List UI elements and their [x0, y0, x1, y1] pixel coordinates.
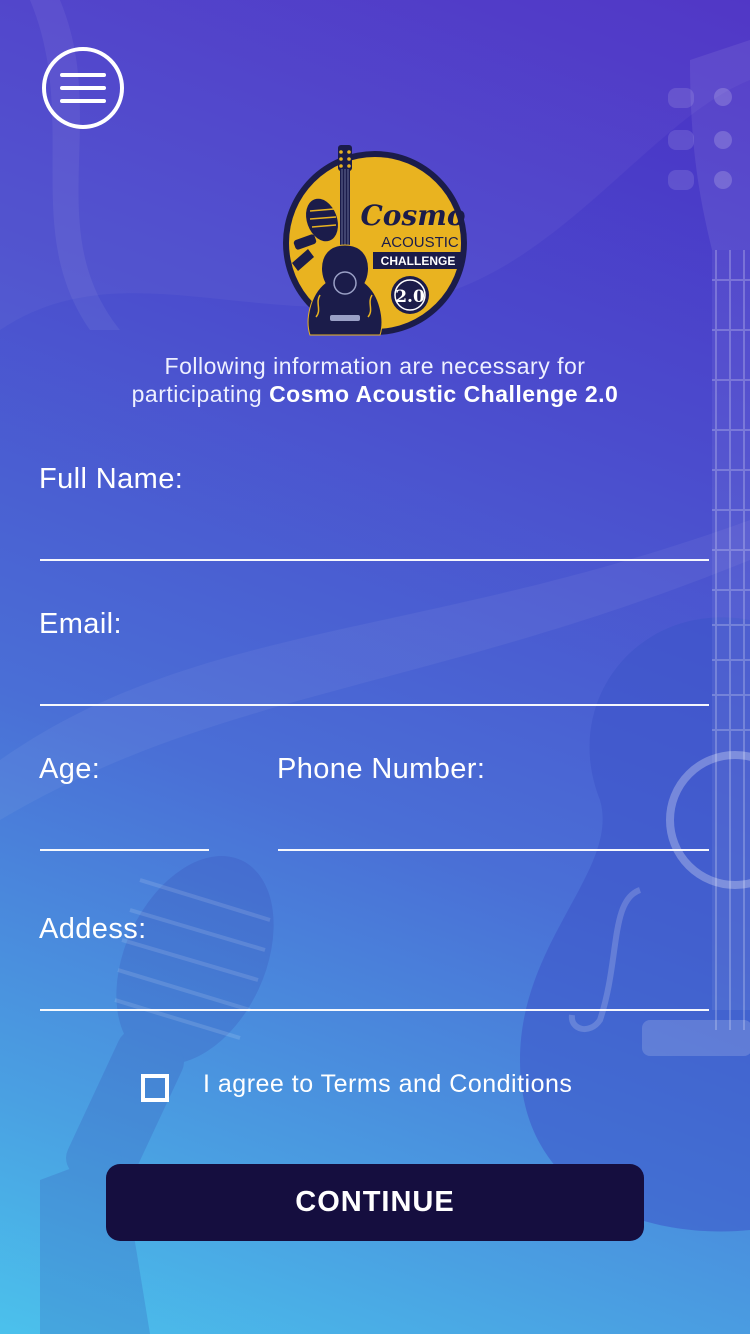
age-input[interactable] — [40, 805, 212, 849]
terms-label[interactable]: I agree to Terms and Conditions — [203, 1070, 572, 1099]
full-name-underline — [40, 559, 709, 561]
logo-word-challenge: CHALLENGE — [381, 254, 456, 268]
menu-button[interactable] — [42, 47, 124, 129]
intro-line-2-prefix: participating — [131, 381, 270, 407]
address-underline — [40, 1009, 709, 1011]
age-underline — [40, 849, 209, 851]
email-label: Email: — [39, 608, 122, 640]
phone-number-underline — [278, 849, 709, 851]
intro-text: Following information are necessary for … — [0, 352, 750, 408]
email-underline — [40, 704, 709, 706]
full-name-label: Full Name: — [39, 463, 184, 495]
address-input[interactable] — [40, 965, 712, 1009]
challenge-name: Cosmo Acoustic Challenge 2.0 — [269, 381, 619, 407]
full-name-input[interactable] — [40, 515, 712, 559]
menu-line — [60, 99, 106, 103]
logo-version: 2.0 — [395, 287, 425, 307]
menu-line — [60, 86, 106, 90]
intro-line-1: Following information are necessary for — [164, 353, 586, 379]
phone-number-input[interactable] — [278, 805, 712, 849]
continue-button[interactable]: CONTINUE — [106, 1164, 644, 1241]
logo-word-acoustic: ACOUSTIC — [381, 234, 459, 251]
address-label: Addess: — [39, 913, 147, 945]
intro-line-2: participating Cosmo Acoustic Challenge 2… — [0, 380, 750, 408]
phone-number-label: Phone Number: — [277, 753, 486, 785]
terms-checkbox[interactable] — [141, 1074, 169, 1102]
logo-word-cosmo: Cosmo — [360, 199, 465, 232]
age-label: Age: — [39, 753, 101, 785]
cosmo-acoustic-challenge-logo: Cosmo ACOUSTIC CHALLENGE 2.0 — [283, 145, 467, 336]
email-input[interactable] — [40, 660, 712, 704]
menu-line — [60, 73, 106, 77]
registration-screen: Cosmo ACOUSTIC CHALLENGE 2.0 Following i… — [0, 0, 750, 1334]
